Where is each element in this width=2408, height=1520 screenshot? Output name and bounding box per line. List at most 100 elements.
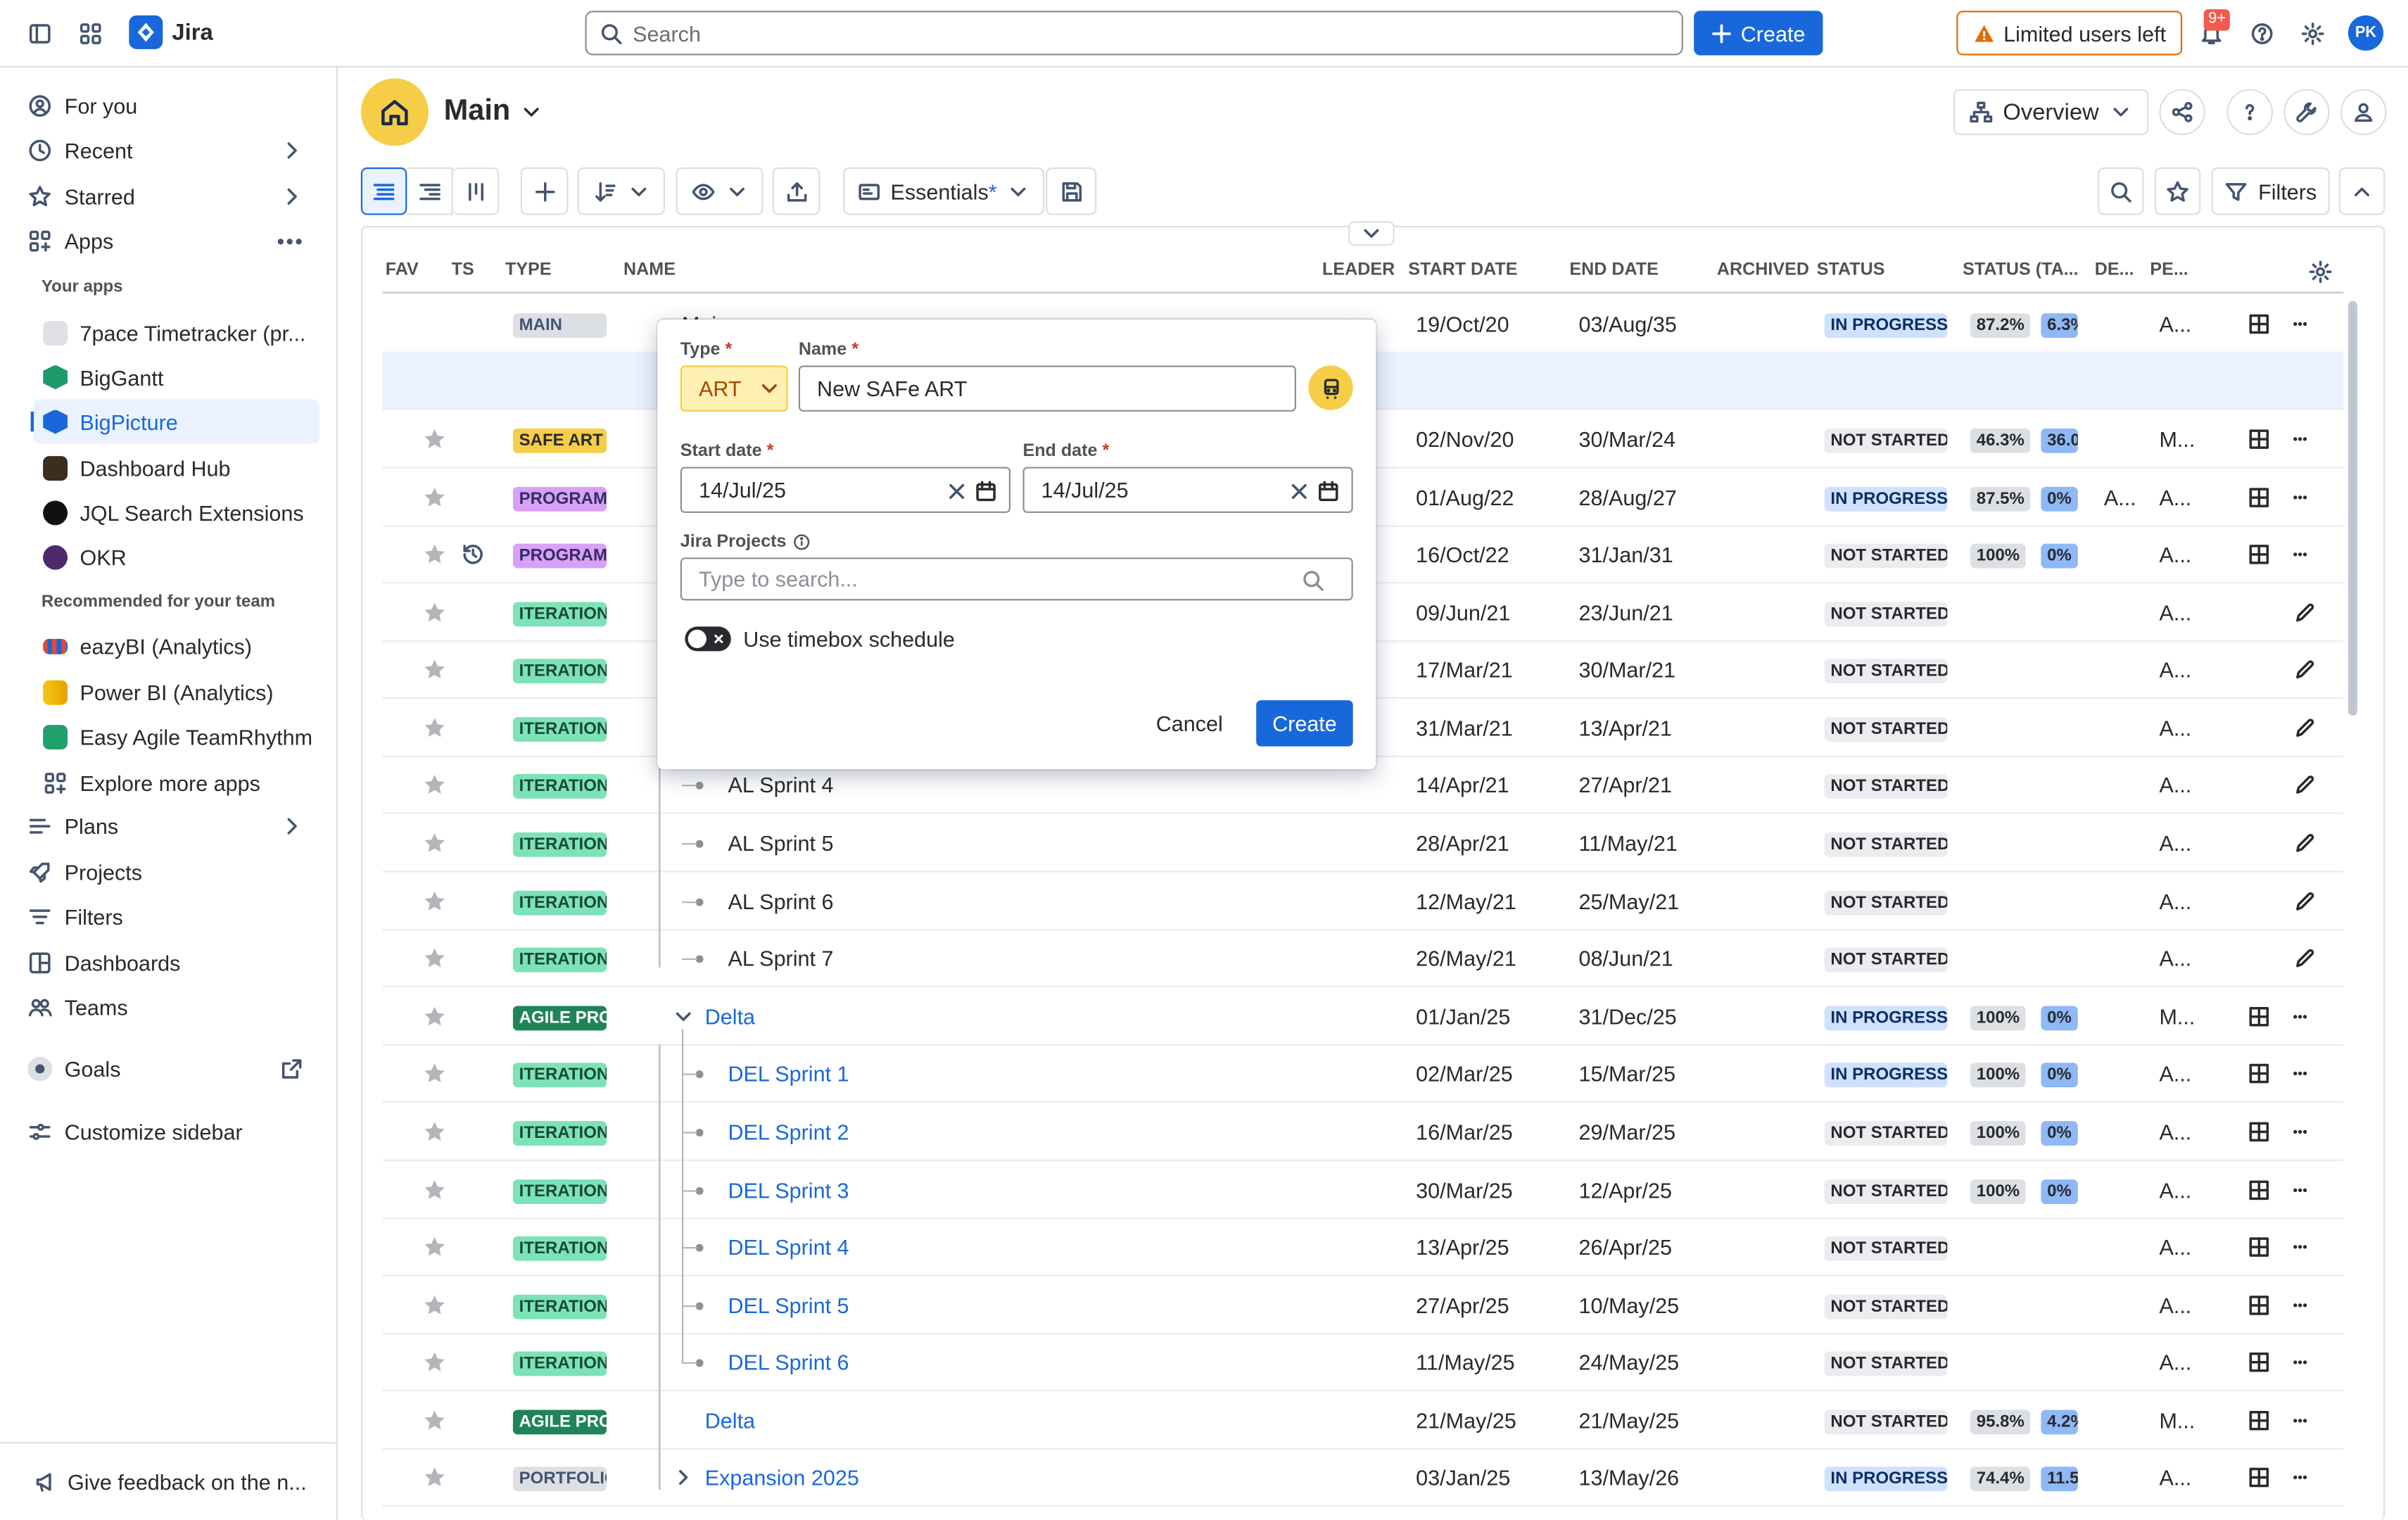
table-row[interactable]: ITERATION DEL Sprint 2 16/Mar/25 29/Mar/25 N…: [382, 1103, 2344, 1161]
cancel-button[interactable]: Cancel: [1144, 700, 1235, 746]
view-outline-button[interactable]: [407, 167, 453, 215]
more-actions-icon[interactable]: •••: [2293, 317, 2307, 332]
page-title[interactable]: Main: [444, 95, 544, 129]
sidebar-item-recent[interactable]: Recent: [27, 131, 319, 171]
sidebar-item-dashboards[interactable]: Dashboards: [27, 943, 319, 983]
more-actions-icon[interactable]: •••: [2293, 547, 2307, 562]
favorite-star-icon[interactable]: [422, 1293, 447, 1318]
edit-pencil-icon[interactable]: [2293, 946, 2317, 970]
column-header[interactable]: TYPE: [505, 261, 552, 279]
favorite-star-icon[interactable]: [422, 486, 447, 510]
more-actions-icon[interactable]: •••: [2293, 1125, 2307, 1140]
table-row[interactable]: AGILE PROGRAM Delta 21/May/25 21/May/25 NOT …: [382, 1391, 2344, 1450]
column-header[interactable]: LEADER: [1322, 261, 1395, 279]
open-grid-icon[interactable]: [2247, 312, 2271, 336]
table-row[interactable]: ITERATION AL Sprint 6 12/May/21 25/May/21 NO…: [382, 873, 2344, 931]
sidebar-item-plans[interactable]: Plans: [27, 806, 319, 847]
sidebar-item-filters[interactable]: Filters: [27, 897, 319, 937]
favorite-star-icon[interactable]: [422, 773, 447, 797]
open-grid-icon[interactable]: [2247, 1235, 2271, 1260]
sidebar-toggle-icon[interactable]: [18, 12, 61, 55]
wrench-icon[interactable]: [2283, 89, 2330, 136]
sidebar-item-for-you[interactable]: For you: [27, 86, 319, 126]
scrollbar[interactable]: [2347, 300, 2357, 716]
collapse-header-button[interactable]: [1348, 221, 1395, 246]
sidebar-app-biggantt[interactable]: BigGantt: [34, 355, 319, 399]
favorite-star-icon[interactable]: [422, 657, 447, 682]
edit-pencil-icon[interactable]: [2293, 831, 2317, 856]
table-row[interactable]: AGILE PROGRAM Delta 01/Jan/25 31/Dec/25 IN P…: [382, 987, 2344, 1046]
collapse-up-button[interactable]: [2338, 167, 2385, 215]
favorite-star-icon[interactable]: [422, 1061, 447, 1086]
clear-icon[interactable]: [1287, 479, 1312, 504]
filters-button[interactable]: Filters: [2211, 167, 2330, 215]
item-name[interactable]: Expansion 2025: [705, 1465, 859, 1490]
project-home-icon[interactable]: [360, 78, 429, 146]
favorite-star-icon[interactable]: [422, 427, 447, 452]
info-icon[interactable]: [792, 533, 811, 551]
column-header[interactable]: DE...: [2095, 261, 2134, 279]
view-list-button[interactable]: [360, 167, 407, 215]
favorite-star-icon[interactable]: [422, 1004, 447, 1029]
sidebar-item-projects[interactable]: Projects: [27, 852, 319, 892]
chevron-right-icon[interactable]: [671, 1465, 696, 1490]
open-grid-icon[interactable]: [2247, 1120, 2271, 1144]
item-name[interactable]: DEL Sprint 4: [728, 1235, 849, 1260]
jira-logo[interactable]: Jira: [129, 15, 213, 49]
column-settings-gear-icon[interactable]: [2308, 260, 2333, 284]
favorite-star-icon[interactable]: [422, 600, 447, 625]
more-actions-icon[interactable]: •••: [2293, 1066, 2307, 1082]
item-name[interactable]: DEL Sprint 5: [728, 1293, 849, 1318]
edit-pencil-icon[interactable]: [2293, 600, 2317, 625]
sidebar-item-customize[interactable]: Customize sidebar: [27, 1112, 319, 1152]
chevron-right-icon[interactable]: [279, 184, 304, 209]
column-header[interactable]: ARCHIVED: [1717, 261, 1809, 279]
search-input[interactable]: Search: [585, 11, 1683, 56]
name-input[interactable]: New SAFe ART: [798, 365, 1296, 412]
create-button[interactable]: Create: [1694, 11, 1823, 56]
item-name[interactable]: AL Sprint 4: [728, 773, 833, 797]
app-switcher-icon[interactable]: [69, 12, 112, 55]
favorite-star-icon[interactable]: [422, 889, 447, 914]
more-actions-icon[interactable]: •••: [2293, 1470, 2307, 1486]
help-button-icon[interactable]: [2226, 89, 2273, 136]
open-grid-icon[interactable]: [2247, 1061, 2271, 1086]
table-row[interactable]: ITERATION DEL Sprint 3 30/Mar/25 12/Apr/25 N…: [382, 1161, 2344, 1220]
table-row[interactable]: ITERATION AL Sprint 5 28/Apr/21 11/May/21 NO…: [382, 814, 2344, 873]
chevron-down-icon[interactable]: [671, 1004, 696, 1029]
external-link-icon[interactable]: [279, 1056, 304, 1081]
edit-pencil-icon[interactable]: [2293, 657, 2317, 682]
edit-pencil-icon[interactable]: [2293, 773, 2317, 797]
table-search-button[interactable]: [2098, 167, 2144, 215]
item-name[interactable]: Delta: [705, 1408, 755, 1433]
item-name[interactable]: DEL Sprint 2: [728, 1120, 849, 1144]
more-actions-icon[interactable]: •••: [2293, 1413, 2307, 1429]
column-header[interactable]: NAME: [623, 261, 676, 279]
table-row[interactable]: ITERATION DEL Sprint 5 27/Apr/25 10/May/25 N…: [382, 1277, 2344, 1335]
more-actions-icon[interactable]: •••: [2293, 490, 2307, 505]
view-board-button[interactable]: [452, 167, 500, 215]
column-header[interactable]: END DATE: [1569, 261, 1658, 279]
table-row[interactable]: ITERATION DEL Sprint 6 11/May/25 24/May/25 N…: [382, 1333, 2344, 1392]
column-header[interactable]: STATUS (TA...: [1963, 261, 2079, 279]
chevron-right-icon[interactable]: [279, 814, 304, 839]
table-row[interactable]: ITERATION AL Sprint 7 26/May/21 08/Jun/21 NO…: [382, 929, 2344, 988]
open-grid-icon[interactable]: [2247, 427, 2271, 452]
sidebar-app-7pace[interactable]: 7pace Timetracker (pr...: [34, 310, 319, 355]
edit-pencil-icon[interactable]: [2293, 889, 2317, 914]
sidebar-app-okr[interactable]: OKR: [34, 534, 319, 578]
sidebar-item-teams[interactable]: Teams: [27, 987, 319, 1027]
sidebar-item-apps[interactable]: Apps •••: [27, 221, 319, 261]
table-row[interactable]: ITERATION DEL Sprint 1 02/Mar/25 15/Mar/25 I…: [382, 1044, 2344, 1103]
train-icon[interactable]: [1308, 365, 1353, 410]
sidebar-app-power-bi[interactable]: Power BI (Analytics): [34, 670, 319, 714]
user-profile-icon[interactable]: [2340, 89, 2387, 136]
create-dialog-button[interactable]: Create: [1256, 700, 1353, 747]
sort-dropdown[interactable]: [577, 167, 665, 215]
overview-dropdown[interactable]: Overview: [1953, 89, 2149, 136]
export-button[interactable]: [772, 167, 820, 215]
limited-users-button[interactable]: Limited users left: [1956, 11, 2183, 56]
item-name[interactable]: AL Sprint 6: [728, 889, 833, 914]
visibility-dropdown[interactable]: [676, 167, 763, 215]
sidebar-item-starred[interactable]: Starred: [27, 177, 319, 217]
